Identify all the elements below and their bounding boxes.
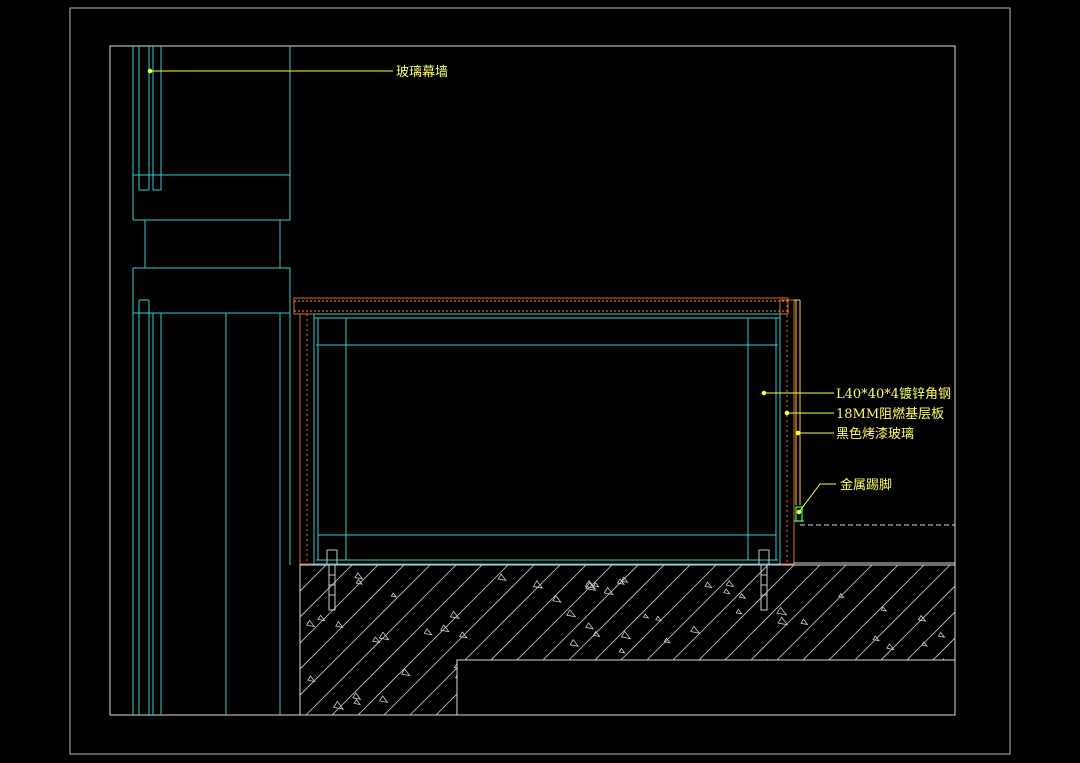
aggregate-mark: [663, 637, 671, 644]
aggregate-mark: [317, 614, 326, 622]
aggregate-mark: [569, 638, 580, 647]
label-black-glass: 黑色烤漆玻璃: [836, 426, 914, 442]
aggregate-mark: [838, 687, 846, 694]
aggregate-mark: [785, 678, 795, 686]
aggregate-mark: [776, 606, 788, 616]
aggregate-mark: [777, 616, 789, 626]
aggregate-mark: [390, 592, 398, 598]
cad-section-drawing: 玻璃幕墙 L40*40*4镀锌角钢 18MM阻燃基层板 黑色烤漆玻璃 金属踢脚: [69, 7, 1080, 755]
leader-lines: [147, 68, 836, 515]
aggregate-mark: [735, 608, 743, 615]
hatch-line: [300, 565, 301, 715]
aggregate-mark: [921, 641, 928, 647]
aggregate-mark: [423, 627, 433, 636]
aggregate-mark: [723, 588, 731, 595]
aggregate-mark: [800, 618, 809, 626]
label-fire-board: 18MM阻燃基层板: [836, 406, 944, 422]
aggregate-mark: [307, 675, 316, 683]
label-metal-skirting: 金属踢脚: [840, 477, 892, 493]
label-glass-curtain-wall: 玻璃幕墙: [396, 65, 448, 80]
aggregate-mark: [704, 581, 713, 589]
black-glass-facing: [794, 299, 801, 505]
aggregate-mark: [372, 636, 381, 644]
aggregate-mark: [596, 704, 608, 714]
aggregate-mark: [738, 592, 747, 599]
hatch-line: [956, 565, 1080, 715]
platform-top-board: [293, 297, 789, 315]
aggregate-mark: [592, 630, 601, 638]
aggregate-mark: [941, 661, 949, 668]
aggregate-mark: [454, 673, 463, 680]
inner-drawing-border: [109, 45, 956, 716]
aggregate-mark: [655, 615, 663, 622]
aggregate-mark: [618, 647, 626, 654]
aggregate-mark: [728, 691, 736, 698]
platform-side-boards: [299, 299, 795, 565]
aggregate-mark: [306, 619, 316, 628]
aggregate-mark: [925, 699, 937, 708]
curtain-wall-column: [132, 46, 291, 715]
aggregate-mark: [809, 697, 819, 705]
angle-steel-frame: [313, 313, 781, 565]
aggregate-mark: [335, 620, 344, 628]
hatch-line: [982, 565, 1080, 715]
aggregate-mark: [592, 581, 600, 588]
aggregate-mark: [585, 622, 595, 630]
aggregate-mark: [937, 631, 946, 638]
hatch-line: [1060, 565, 1080, 715]
aggregate-mark: [354, 572, 364, 580]
aggregate-mark: [880, 606, 888, 612]
aggregate-mark: [587, 692, 598, 701]
aggregate-mark: [725, 580, 735, 588]
aggregate-mark: [475, 676, 486, 686]
aggregate-mark: [783, 658, 793, 667]
aggregate-mark: [567, 664, 577, 673]
aggregate-mark: [497, 573, 507, 581]
label-angle-steel: L40*40*4镀锌角钢: [836, 386, 951, 402]
expansion-bolt-left: [324, 549, 340, 611]
hatch-line: [1008, 565, 1080, 715]
aggregate-mark: [623, 696, 633, 705]
aggregate-mark: [642, 613, 650, 619]
aggregate-mark: [566, 609, 577, 618]
concrete-slab: [299, 564, 1080, 716]
aggregate-mark: [595, 691, 606, 699]
outer-sheet-frame: [69, 7, 1011, 755]
aggregate-mark: [659, 660, 669, 668]
aggregate-mark: [378, 695, 389, 703]
aggregate-mark: [353, 698, 362, 706]
hatch-line: [1034, 565, 1080, 715]
aggregate-mark: [352, 692, 362, 700]
aggregate-mark: [886, 643, 895, 651]
aggregate-mark: [690, 625, 701, 634]
aggregate-mark: [532, 580, 544, 589]
